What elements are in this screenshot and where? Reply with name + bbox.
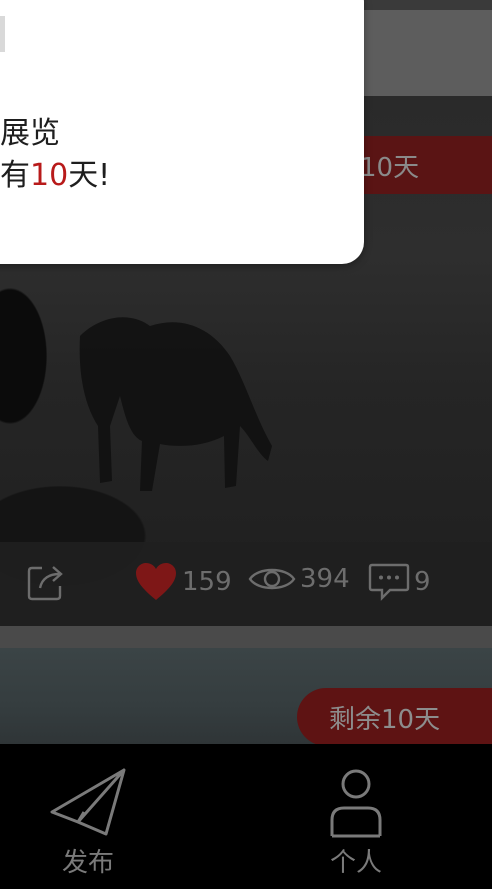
tab-me-label: 个人: [329, 848, 382, 878]
notice-dialog[interactable]: 展览 有10天!: [0, 0, 364, 264]
like-count-value: 159: [182, 567, 232, 597]
heart-icon: [136, 563, 176, 600]
dialog-days-count: 10: [30, 158, 69, 193]
paper-plane-icon: [50, 768, 126, 836]
comment-icon: [368, 563, 410, 601]
view-count-value: 394: [300, 564, 350, 594]
horse-silhouette-image: [79, 317, 272, 491]
card-stats-bar: 159 394 9: [0, 542, 492, 626]
dialog-message-line2: 有10天!: [0, 150, 110, 194]
dialog-message-line1: 展览: [0, 116, 60, 151]
view-count: 394: [248, 562, 350, 596]
tab-me[interactable]: 个人: [276, 744, 436, 889]
feed-card[interactable]: 剩余10天: [0, 648, 492, 744]
person-icon: [330, 769, 382, 838]
screen: 余10天 159 394 9 剩余10天 展览 有10天! 发布 个人: [0, 0, 492, 889]
like-count[interactable]: 159: [134, 562, 232, 602]
bottom-tab-bar: 发布 个人: [0, 744, 492, 889]
comment-count[interactable]: 9: [368, 562, 431, 602]
card-divider: [0, 626, 492, 648]
remaining-days-badge: 剩余10天: [297, 688, 492, 744]
dialog-line2-prefix: 有: [0, 158, 30, 193]
tab-publish[interactable]: 发布: [8, 744, 168, 889]
tab-publish-label: 发布: [61, 848, 114, 878]
dialog-title-fragment: [0, 16, 5, 52]
eye-icon: [248, 568, 296, 590]
comment-count-value: 9: [414, 567, 431, 597]
share-icon[interactable]: [26, 562, 66, 602]
dialog-line2-suffix: 天!: [68, 158, 111, 193]
